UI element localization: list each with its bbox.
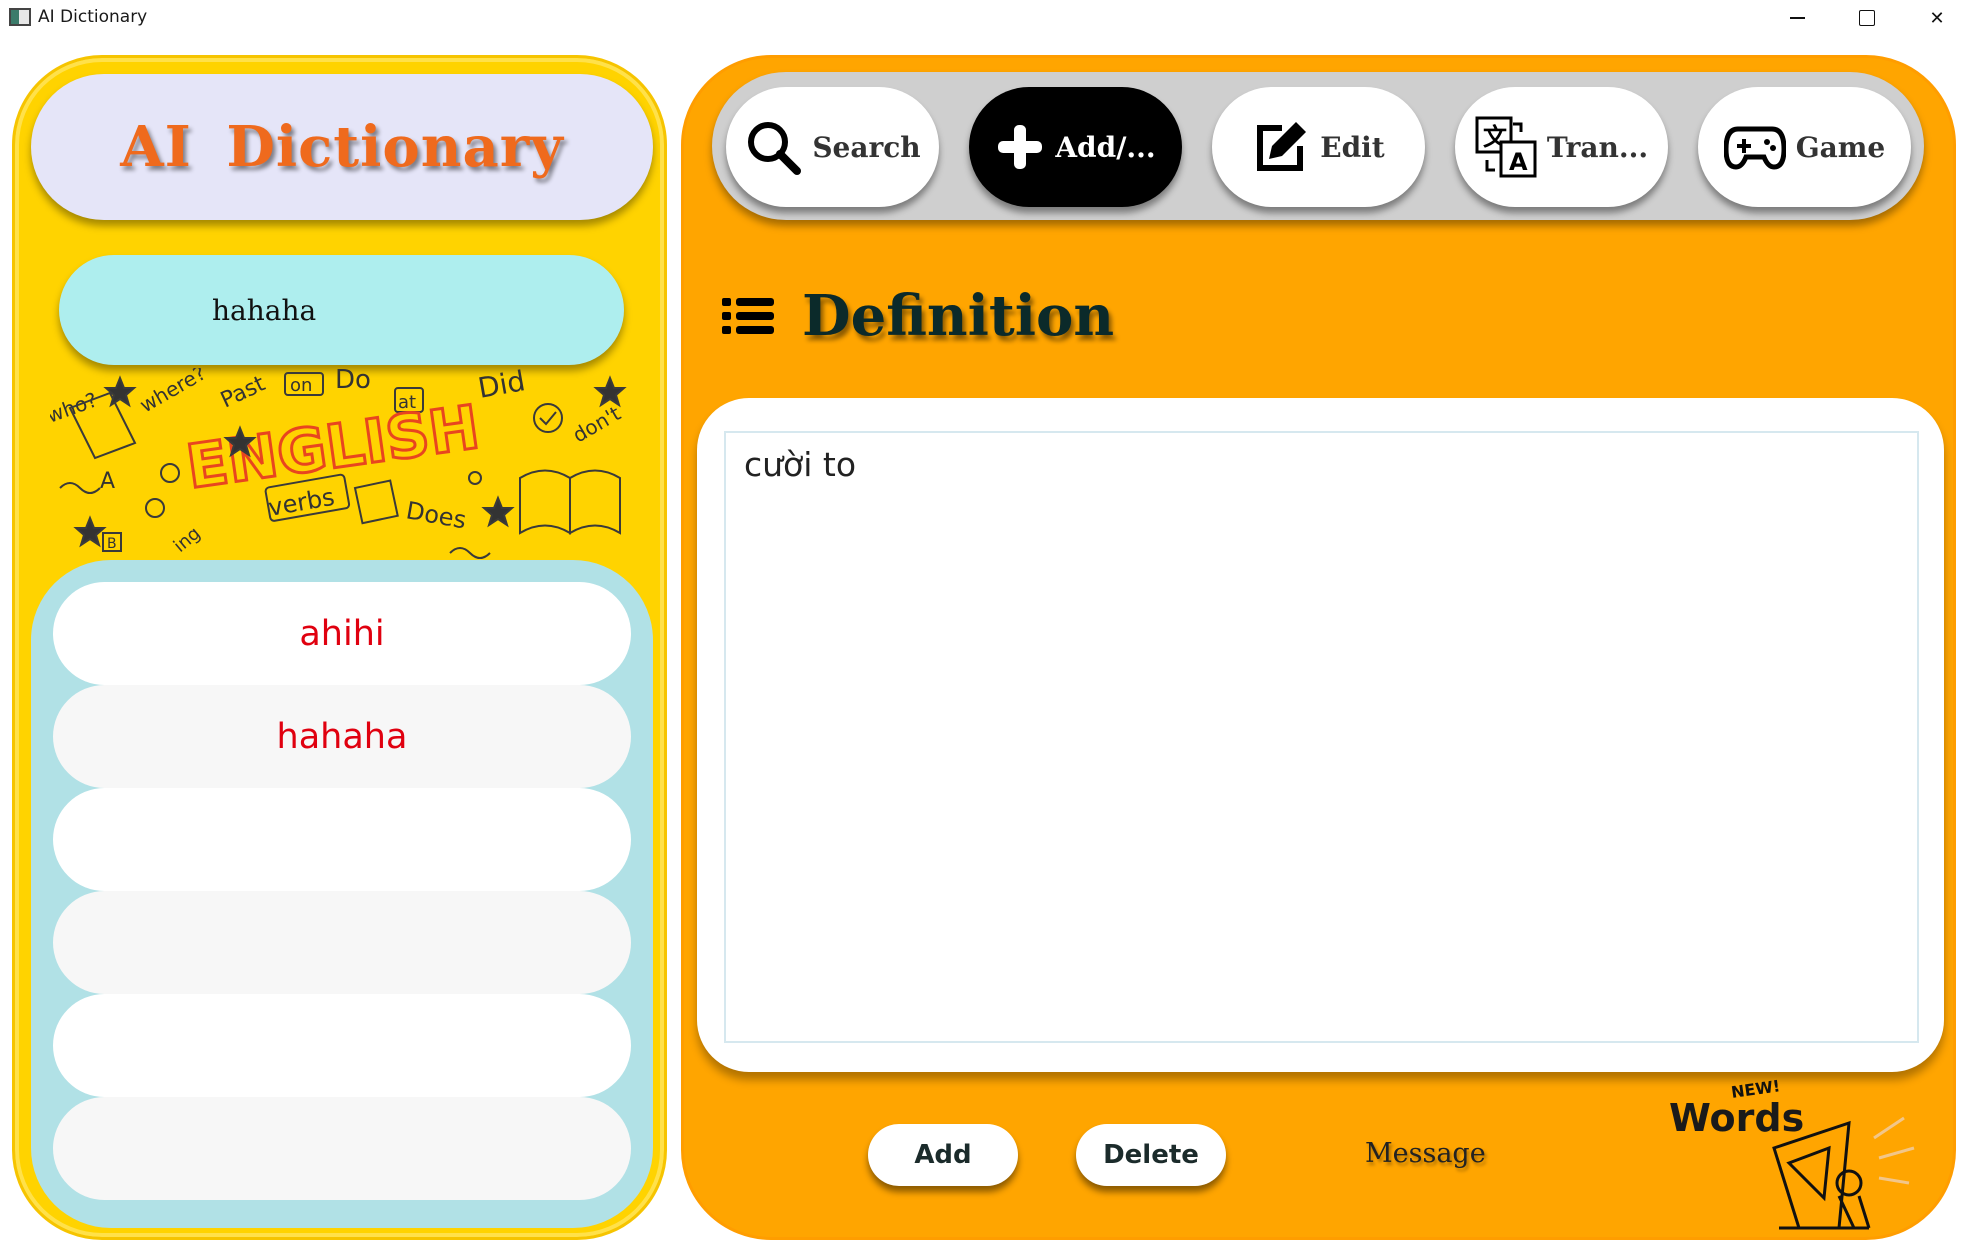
- doodle-word: Do: [335, 368, 371, 395]
- minimize-button[interactable]: [1767, 0, 1827, 36]
- tab-label: Search: [812, 130, 921, 164]
- app-icon: [9, 8, 31, 26]
- doodle-word: Did: [475, 368, 527, 405]
- tab-edit[interactable]: Edit: [1212, 87, 1425, 207]
- word-list-item[interactable]: [53, 1097, 631, 1200]
- doodle-word: on: [290, 375, 312, 396]
- doodle-word: don't: [569, 401, 625, 447]
- tab-label: Add/...: [1055, 130, 1156, 164]
- main-panel: Search Add/... Edit 文 A Tran... Game Def…: [681, 55, 1956, 1240]
- word-list-item[interactable]: [53, 788, 631, 891]
- delete-button[interactable]: Delete: [1076, 1124, 1226, 1186]
- maximize-button[interactable]: [1837, 0, 1897, 36]
- word-search-input[interactable]: [59, 255, 624, 365]
- word-list-item[interactable]: hahaha: [53, 685, 631, 788]
- tab-translate[interactable]: 文 A Tran...: [1455, 87, 1668, 207]
- toolbar: Search Add/... Edit 文 A Tran... Game: [712, 72, 1924, 220]
- doodle-word: ing: [170, 523, 205, 557]
- definition-title: Definition: [802, 283, 1115, 349]
- minimize-icon: [1789, 17, 1805, 19]
- doodle-word: who?: [50, 387, 100, 427]
- tab-label: Game: [1795, 130, 1886, 164]
- close-button[interactable]: ✕: [1907, 0, 1967, 36]
- edit-icon: [1257, 122, 1307, 171]
- word-list: ahihi hahaha: [31, 560, 653, 1228]
- definition-header: Definition: [722, 283, 1114, 349]
- window-title: AI Dictionary: [38, 7, 148, 27]
- translate-icon: 文 A: [1475, 116, 1537, 178]
- sidebar: AI Dictionary who? where? Past on Do at …: [12, 55, 667, 1240]
- doodle-word: Past: [217, 371, 269, 413]
- title-bar: AI Dictionary ✕: [0, 0, 1967, 36]
- words-logo-text: Words: [1669, 1096, 1804, 1140]
- plus-icon: [998, 125, 1043, 169]
- doodle-word: A: [100, 469, 115, 494]
- close-icon: ✕: [1929, 7, 1945, 29]
- tab-game[interactable]: Game: [1698, 87, 1911, 207]
- word-list-item[interactable]: [53, 994, 631, 1097]
- svg-text:A: A: [1509, 148, 1528, 176]
- word-list-item[interactable]: [53, 891, 631, 994]
- new-words-logo: NEW! Words: [1669, 1078, 1915, 1230]
- tab-label: Tran...: [1546, 130, 1649, 164]
- list-icon: [722, 298, 774, 334]
- doodle-word: where?: [136, 368, 210, 417]
- doodle-word: Does: [404, 496, 468, 534]
- definition-card: [697, 398, 1944, 1072]
- tab-search[interactable]: Search: [726, 87, 939, 207]
- definition-textarea[interactable]: [724, 431, 1919, 1043]
- app-logo-banner: AI Dictionary: [31, 74, 653, 220]
- maximize-icon: [1859, 10, 1875, 26]
- tab-add[interactable]: Add/...: [969, 87, 1182, 207]
- doodle-word: B: [107, 536, 117, 552]
- word-list-item[interactable]: ahihi: [53, 582, 631, 685]
- message-label: Message: [1365, 1138, 1486, 1169]
- search-icon: [748, 122, 802, 175]
- english-doodle-illustration: who? where? Past on Do at Did don't ENGL…: [50, 368, 627, 559]
- tab-label: Edit: [1320, 130, 1385, 164]
- app-logo-text: AI Dictionary: [120, 114, 564, 180]
- add-button[interactable]: Add: [868, 1124, 1018, 1186]
- gamepad-icon: [1723, 126, 1786, 170]
